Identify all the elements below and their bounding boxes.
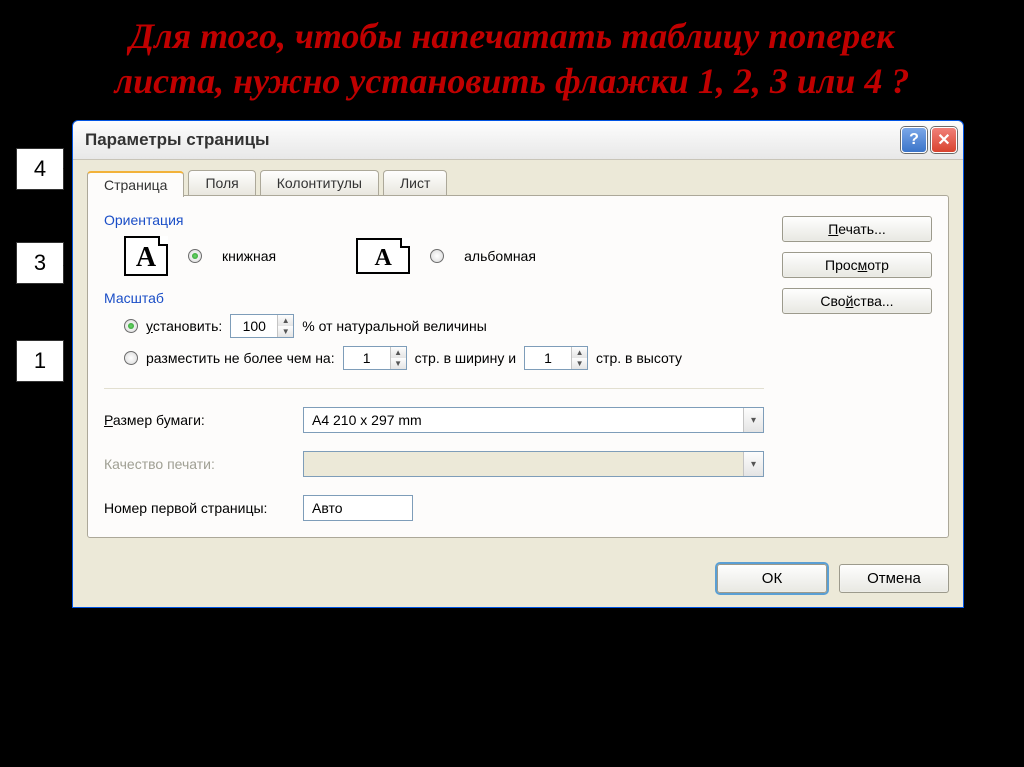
spin-up-icon[interactable]: ▲ <box>572 347 587 358</box>
fit-width-suffix: стр. в ширину и <box>415 350 516 366</box>
tab-page[interactable]: Страница <box>87 171 184 197</box>
tab-fields[interactable]: Поля <box>188 170 255 196</box>
scale-adjust-suffix: % от натуральной величины <box>302 318 487 334</box>
tab-headers[interactable]: Колонтитулы <box>260 170 379 196</box>
callout-4: 4 <box>16 148 64 190</box>
fit-height-input[interactable] <box>525 347 571 369</box>
landscape-label[interactable]: альбомная <box>464 248 536 264</box>
tab-panel: Ориентация A книжная A <box>87 195 949 538</box>
scale-adjust-label[interactable]: уустановить:становить: <box>146 318 222 334</box>
cancel-button[interactable]: Отмена <box>839 564 949 593</box>
spin-down-icon[interactable]: ▼ <box>391 358 406 369</box>
paper-size-label: Размер бумаги: <box>104 412 289 428</box>
first-page-input[interactable] <box>303 495 413 521</box>
scale-group-label: Масштаб <box>104 290 764 306</box>
fit-height-spinner[interactable]: ▲▼ <box>524 346 588 370</box>
orientation-group-label: Ориентация <box>104 212 764 228</box>
tab-sheet[interactable]: Лист <box>383 170 447 196</box>
preview-button[interactable]: Просмотр <box>782 252 932 278</box>
properties-button[interactable]: Свойства... <box>782 288 932 314</box>
fit-width-input[interactable] <box>344 347 390 369</box>
close-button[interactable]: ✕ <box>931 127 957 153</box>
scale-fit-label[interactable]: разместить не более чем на: <box>146 350 335 366</box>
dialog-titlebar[interactable]: Параметры страницы ? ✕ <box>73 121 963 160</box>
spin-up-icon[interactable]: ▲ <box>391 347 406 358</box>
callout-1: 1 <box>16 340 64 382</box>
first-page-label: Номер первой страницы: <box>104 500 289 516</box>
help-button[interactable]: ? <box>901 127 927 153</box>
scale-percent-spinner[interactable]: ▲▼ <box>230 314 294 338</box>
dialog-title: Параметры страницы <box>85 130 897 150</box>
portrait-icon: A <box>124 236 168 276</box>
spin-up-icon[interactable]: ▲ <box>278 315 293 326</box>
tabstrip: Страница Поля Колонтитулы Лист <box>87 170 949 196</box>
fit-height-suffix: стр. в высоту <box>596 350 682 366</box>
spin-down-icon[interactable]: ▼ <box>278 326 293 337</box>
dialog-footer: ОК Отмена <box>73 552 963 607</box>
scale-adjust-radio[interactable] <box>124 319 138 333</box>
landscape-icon: A <box>356 238 410 274</box>
paper-size-combo[interactable]: A4 210 x 297 mm ▾ <box>303 407 764 433</box>
scale-percent-input[interactable] <box>231 315 277 337</box>
print-button[interactable]: Печать... <box>782 216 932 242</box>
landscape-radio[interactable] <box>430 249 444 263</box>
question-text: Для того, чтобы напечатать таблицу попер… <box>0 0 1024 110</box>
fit-width-spinner[interactable]: ▲▼ <box>343 346 407 370</box>
ok-button[interactable]: ОК <box>717 564 827 593</box>
question-line2: листа, нужно установить флажки 1, 2, 3 и… <box>115 61 910 101</box>
paper-size-value: A4 210 x 297 mm <box>304 408 743 432</box>
chevron-down-icon: ▾ <box>743 452 763 476</box>
print-quality-label: Качество печати: <box>104 456 289 472</box>
callout-3: 3 <box>16 242 64 284</box>
page-setup-dialog: Параметры страницы ? ✕ Страница Поля Кол… <box>72 120 964 608</box>
portrait-label[interactable]: книжная <box>222 248 276 264</box>
chevron-down-icon[interactable]: ▾ <box>743 408 763 432</box>
portrait-radio[interactable] <box>188 249 202 263</box>
question-line1: Для того, чтобы напечатать таблицу попер… <box>130 16 895 56</box>
print-quality-value <box>304 452 743 476</box>
print-quality-combo: ▾ <box>303 451 764 477</box>
scale-fit-radio[interactable] <box>124 351 138 365</box>
spin-down-icon[interactable]: ▼ <box>572 358 587 369</box>
